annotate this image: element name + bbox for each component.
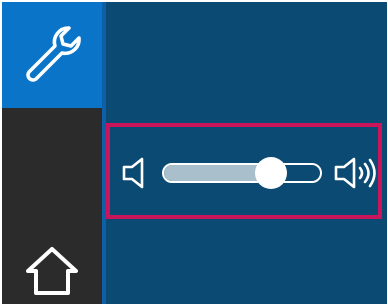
screen <box>2 2 387 304</box>
sidebar-item-home[interactable] <box>2 238 102 304</box>
sidebar-item-settings[interactable] <box>2 2 102 108</box>
speaker-high-icon[interactable] <box>332 157 380 189</box>
home-icon <box>26 247 78 295</box>
sidebar <box>2 2 102 304</box>
wrench-icon <box>26 26 81 82</box>
speaker-low-icon[interactable] <box>120 157 152 189</box>
volume-slider-thumb[interactable] <box>254 157 287 189</box>
volume-control-panel <box>106 123 382 219</box>
volume-slider-track[interactable] <box>162 163 322 183</box>
